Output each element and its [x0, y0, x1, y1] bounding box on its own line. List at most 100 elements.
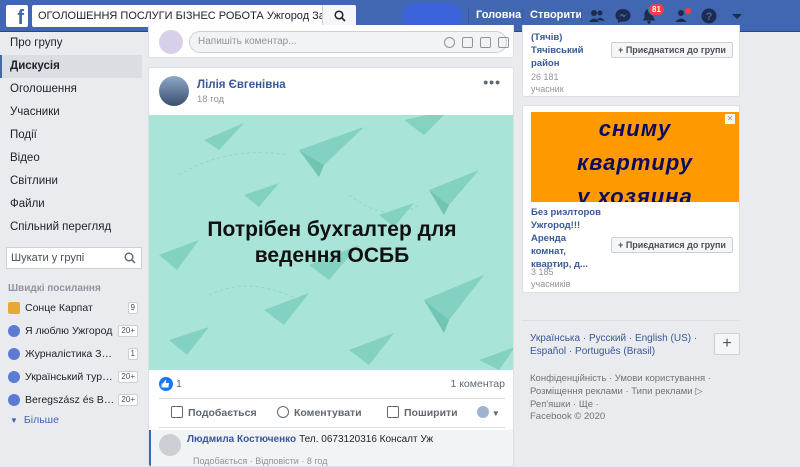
- comment-bubble-icon: [277, 406, 289, 418]
- suggested-group-name[interactable]: Без риэлторов Ужгород!!! Аренда комнат, …: [531, 206, 601, 271]
- sidebar-item-discussion[interactable]: Дискусія: [0, 55, 142, 78]
- comment-button[interactable]: Коментувати: [277, 399, 362, 427]
- search-input[interactable]: ОГОЛОШЕННЯ ПОСЛУГИ БІЗНЕС РОБОТА Ужгород…: [32, 5, 322, 27]
- camera-icon[interactable]: [462, 37, 473, 48]
- sticker-icon[interactable]: [498, 37, 509, 48]
- member-count: 26 181: [531, 72, 559, 82]
- shortcut-count-badge: 1: [127, 348, 138, 360]
- commenter-avatar[interactable]: [159, 434, 181, 456]
- share-button[interactable]: Поширити: [387, 399, 458, 427]
- shortcut-label: Журналістика Закарпаття: [25, 348, 117, 360]
- account-menu-chevron-icon[interactable]: [728, 7, 746, 25]
- share-arrow-icon: [387, 406, 399, 418]
- search-button[interactable]: [322, 5, 356, 27]
- join-group-button[interactable]: + Приєднатися до групи: [611, 237, 733, 253]
- notification-count-badge: 81: [648, 3, 665, 16]
- shortcut-label: Beregszász és Beregvidék: [25, 394, 117, 406]
- ad-image-text: у хозяина: [577, 184, 693, 202]
- comment-actions[interactable]: Подобається · Відповісти · 8 год: [193, 456, 327, 466]
- member-count: 3 185: [531, 267, 554, 277]
- facebook-logo-icon[interactable]: f: [6, 5, 28, 27]
- messenger-icon[interactable]: [614, 7, 632, 25]
- group-thumbnail-icon: [8, 302, 20, 314]
- comment-count[interactable]: 1 коментар: [450, 378, 505, 390]
- create-link[interactable]: Створити: [530, 9, 582, 21]
- shortcut-label: Я люблю Ужгород: [25, 325, 113, 337]
- footer-links[interactable]: Реп'яшки · Ще ·: [530, 399, 599, 410]
- sidebar-item-photos[interactable]: Світлини: [0, 170, 142, 193]
- group-search-placeholder: Шукати у групі: [11, 252, 85, 264]
- footer-links[interactable]: Конфіденційність · Умови користування ·: [530, 373, 711, 384]
- group-icon: [8, 348, 20, 360]
- post-options-icon[interactable]: •••: [483, 74, 501, 90]
- see-more-link[interactable]: ▼ Більше: [10, 414, 59, 426]
- post-image-text-line: Потрібен бухгалтер для: [207, 218, 457, 241]
- shortcut-count-badge: 20+: [118, 371, 138, 383]
- suggested-group-members: 26 181 учасник: [531, 71, 564, 95]
- post-author-name[interactable]: Лілія Євгенівна: [197, 79, 286, 91]
- group-sidebar-nav: Про групу Дискусія Оголошення Учасники П…: [0, 32, 142, 239]
- post-as-selector[interactable]: ▼: [477, 399, 500, 427]
- emoji-icon[interactable]: [444, 37, 455, 48]
- comment-input[interactable]: Напишіть коментар...: [189, 31, 509, 53]
- sidebar-item-about[interactable]: Про групу: [0, 32, 142, 55]
- chevron-down-icon: ▼: [10, 416, 18, 425]
- like-reaction-icon[interactable]: [159, 377, 173, 391]
- sidebar-item-announcements[interactable]: Оголошення: [0, 78, 142, 101]
- shortcut-item[interactable]: Beregszász és Beregvidék 20+: [8, 391, 138, 409]
- help-question-icon[interactable]: ?: [700, 7, 718, 25]
- language-links[interactable]: Español · Português (Brasil): [530, 346, 655, 357]
- ad-image-text: квартиру: [577, 150, 693, 175]
- shortcut-item[interactable]: Український туризм 20+: [8, 368, 138, 386]
- friends-icon[interactable]: [588, 7, 606, 25]
- add-language-button[interactable]: +: [714, 333, 740, 355]
- sidebar-item-files[interactable]: Файли: [0, 193, 142, 216]
- suggested-group-card: (Тячів) Тячівський район 26 181 учасник …: [522, 25, 740, 97]
- suggested-group-name-line: Ужгород!!!: [531, 220, 581, 231]
- suggested-group-name-line: Без риэлторов: [531, 207, 601, 218]
- comment-bubble: Людмила Костюченко Тел. 0673120316 Консал…: [187, 434, 433, 445]
- previous-post-comment-bar: Напишіть коментар...: [148, 25, 514, 58]
- home-link[interactable]: Головна: [476, 9, 521, 21]
- svg-text:?: ?: [706, 11, 713, 23]
- shortcut-item[interactable]: Сонце Карпат 9: [8, 299, 138, 317]
- sidebar-item-watch-party[interactable]: Спільний перегляд: [0, 216, 142, 239]
- group-icon: [8, 394, 20, 406]
- footer-links[interactable]: Розміщення реклами · Типи реклами ▷: [530, 386, 703, 397]
- author-avatar[interactable]: [159, 76, 189, 106]
- gif-icon[interactable]: [480, 37, 491, 48]
- like-count[interactable]: 1: [176, 378, 182, 390]
- post-actions: Подобається Коментувати Поширити ▼: [159, 398, 505, 428]
- sidebar-item-events[interactable]: Події: [0, 124, 142, 147]
- language-links[interactable]: Українська · Русский · English (US) ·: [530, 333, 697, 344]
- shortcut-item[interactable]: Журналістика Закарпаття 1: [8, 345, 138, 363]
- avatar: [477, 406, 489, 418]
- suggested-group-name-line: район: [531, 58, 560, 69]
- join-group-button[interactable]: + Приєднатися до групи: [611, 42, 733, 58]
- sponsored-group-card: сниму квартиру у хозяина ✕ Без риэлторов…: [522, 105, 740, 293]
- like-button[interactable]: Подобається: [171, 399, 257, 427]
- language-selector: Українська · Русский · English (US) · Es…: [522, 320, 740, 362]
- suggested-group-name[interactable]: (Тячів) Тячівський район: [531, 31, 583, 70]
- member-count-label: учасників: [531, 279, 571, 289]
- divider: [581, 9, 582, 23]
- ad-image-text: сниму: [598, 116, 672, 141]
- sidebar-item-members[interactable]: Учасники: [0, 101, 142, 124]
- chevron-down-icon: ▼: [491, 409, 500, 418]
- divider: [522, 9, 523, 23]
- group-search-input[interactable]: Шукати у групі: [6, 247, 142, 269]
- shortcut-item[interactable]: Я люблю Ужгород 20+: [8, 322, 138, 340]
- commenter-name[interactable]: Людмила Костюченко: [187, 434, 296, 445]
- comment: Людмила Костюченко Тел. 0673120316 Консал…: [149, 430, 513, 466]
- ad-image[interactable]: сниму квартиру у хозяина ✕: [531, 112, 739, 202]
- post-image[interactable]: Потрібен бухгалтер для ведення ОСББ: [149, 115, 513, 370]
- suggested-group-name-line: (Тячів): [531, 32, 563, 43]
- close-icon[interactable]: ✕: [725, 114, 735, 124]
- post-timestamp[interactable]: 18 год: [197, 94, 224, 105]
- plus-icon: +: [618, 45, 624, 55]
- quick-help-icon[interactable]: [674, 7, 692, 25]
- join-group-label: Приєднатися до групи: [625, 45, 726, 55]
- sidebar-item-videos[interactable]: Відео: [0, 147, 142, 170]
- share-button-label: Поширити: [404, 407, 458, 419]
- suggested-group-name-line: комнат,: [531, 246, 566, 257]
